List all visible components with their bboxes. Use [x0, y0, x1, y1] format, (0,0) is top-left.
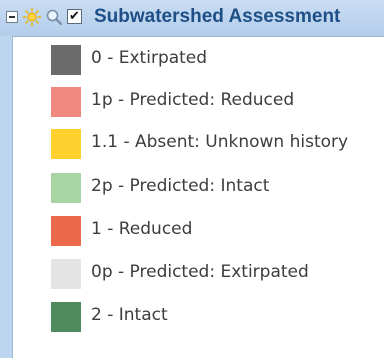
legend-item: 1 - Reduced: [51, 216, 384, 246]
legend-label: 1p - Predicted: Reduced: [91, 90, 295, 110]
legend-swatch: [51, 216, 81, 246]
legend-swatch: [51, 173, 81, 203]
legend-item: 2 - Intact: [51, 302, 384, 332]
legend-item: 2p - Predicted: Intact: [51, 173, 384, 203]
legend-swatch: [51, 45, 81, 75]
legend-label: 0p - Predicted: Extirpated: [91, 262, 309, 282]
legend: 0 - Extirpated 1p - Predicted: Reduced 1.1…: [12, 36, 384, 358]
legend-item: 1p - Predicted: Reduced: [51, 87, 384, 117]
legend-swatch: [51, 302, 81, 332]
legend-label: 1.1 - Absent: Unknown history: [91, 132, 349, 152]
layer-header: ✔ Subwatershed Assessment: [0, 0, 384, 36]
legend-label: 1 - Reduced: [91, 219, 193, 239]
legend-item: 0p - Predicted: Extirpated: [51, 259, 384, 289]
legend-swatch: [51, 87, 81, 117]
sun-icon: [23, 8, 41, 26]
legend-label: 2p - Predicted: Intact: [91, 176, 270, 196]
layer-visibility-checkbox[interactable]: ✔: [67, 9, 82, 24]
layer-title: Subwatershed Assessment: [94, 6, 341, 27]
legend-swatch: [51, 129, 81, 159]
legend-label: 0 - Extirpated: [91, 48, 208, 68]
legend-item: 1.1 - Absent: Unknown history: [51, 129, 384, 159]
legend-label: 2 - Intact: [91, 305, 168, 325]
zoom-icon[interactable]: [45, 8, 63, 26]
legend-swatch: [51, 259, 81, 289]
collapse-minus-icon[interactable]: [6, 11, 18, 23]
layer-panel: ✔ Subwatershed Assessment 0 - Extirpated…: [0, 0, 384, 358]
legend-item: 0 - Extirpated: [51, 45, 384, 75]
